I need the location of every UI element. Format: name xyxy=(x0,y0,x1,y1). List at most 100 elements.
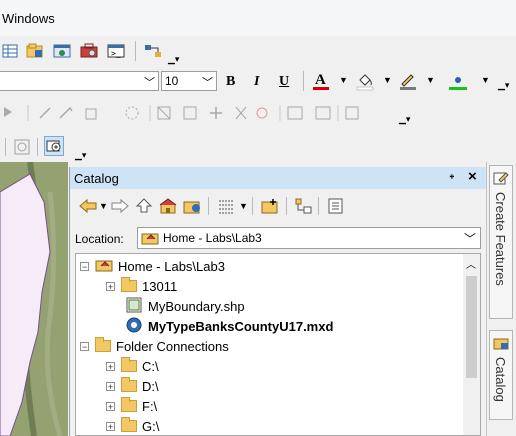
expand-icon[interactable]: + xyxy=(106,381,115,391)
time-slider-icon[interactable] xyxy=(12,137,32,157)
toolbar-overflow-icon[interactable]: ▁▾ xyxy=(498,80,509,91)
drive-folder-icon xyxy=(121,377,137,392)
font-name-combo[interactable]: ﹀ xyxy=(0,71,159,91)
catalog-window-icon[interactable] xyxy=(25,41,45,61)
catalog-tree: − Home - Labs\Lab3 + 13011 MyBoundary.sh… xyxy=(75,253,481,436)
toolbar-separator xyxy=(286,197,287,215)
editor-tools-disabled xyxy=(0,101,460,125)
toolbar-separator xyxy=(37,138,38,156)
tree-item-g-drive[interactable]: + G:\ xyxy=(106,416,160,435)
catalog-toolbar: ▼ ▼ xyxy=(70,191,487,221)
modelbuilder-icon[interactable] xyxy=(143,41,163,61)
shapefile-icon xyxy=(126,297,142,316)
scroll-up-icon[interactable]: ︿ xyxy=(466,256,476,271)
folder-icon xyxy=(121,277,137,292)
home-folder-icon xyxy=(141,231,159,248)
connect-folder-icon[interactable] xyxy=(182,196,202,216)
map-view[interactable] xyxy=(0,162,68,436)
tree-item-label: G:\ xyxy=(142,418,160,434)
new-folder-icon[interactable] xyxy=(260,196,280,216)
create-features-tab[interactable]: Create Features xyxy=(489,165,513,319)
svg-text:>_: >_ xyxy=(111,49,121,58)
search-window-icon[interactable] xyxy=(52,41,72,61)
tree-item-label: Folder Connections xyxy=(116,338,229,354)
marker-dot-icon xyxy=(455,77,461,83)
details-view-icon[interactable] xyxy=(326,196,346,216)
line-color-button[interactable] xyxy=(398,71,420,91)
python-window-icon[interactable]: >_ xyxy=(106,41,126,61)
tree-item-myboundary[interactable]: MyBoundary.shp xyxy=(126,296,245,316)
editor-toolbar: ▁▾ xyxy=(0,96,516,130)
dropdown-arrow-icon[interactable]: ▼ xyxy=(99,201,108,211)
underline-button[interactable]: U xyxy=(279,74,289,90)
tree-item-d-drive[interactable]: + D:\ xyxy=(106,376,159,396)
expand-icon[interactable]: + xyxy=(106,401,115,411)
dropdown-arrow-icon[interactable]: ▼ xyxy=(481,75,490,85)
toolbar-overflow-icon[interactable]: ▁▾ xyxy=(75,150,86,161)
toolbar-separator xyxy=(318,197,319,215)
tree-item-label: Home - Labs\Lab3 xyxy=(118,258,225,274)
font-size-combo[interactable]: 10 ﹀ xyxy=(161,71,217,91)
dropdown-arrow-icon[interactable]: ▼ xyxy=(339,75,348,85)
catalog-title-bar: Catalog ᛭ × xyxy=(70,167,487,189)
catalog-title: Catalog xyxy=(74,171,119,186)
zoom-in-tool-icon[interactable] xyxy=(44,136,64,156)
chevron-down-icon: ﹀ xyxy=(144,77,155,89)
dropdown-arrow-icon[interactable]: ▼ xyxy=(383,75,392,85)
create-features-label: Create Features xyxy=(493,192,508,286)
back-arrow-icon[interactable] xyxy=(78,196,98,216)
arctoolbox-icon[interactable] xyxy=(79,41,99,61)
tree-item-label: MyTypeBanksCountyU17.mxd xyxy=(148,318,334,334)
expand-icon[interactable]: + xyxy=(106,361,115,371)
font-color-swatch xyxy=(313,87,329,90)
tree-item-home-lab3[interactable]: − Home - Labs\Lab3 xyxy=(80,256,225,276)
fill-color-button[interactable] xyxy=(355,71,377,91)
tree-item-folder-connections[interactable]: − Folder Connections xyxy=(80,336,229,356)
forward-arrow-icon[interactable] xyxy=(110,196,130,216)
font-color-button[interactable]: A xyxy=(312,71,336,91)
location-combo[interactable]: Home - Labs\Lab3 ﹀ xyxy=(137,227,481,249)
tree-item-label: 13011 xyxy=(142,278,178,294)
expand-icon[interactable]: + xyxy=(106,281,115,291)
map-imagery xyxy=(0,162,68,436)
chevron-down-icon[interactable]: ﹀ xyxy=(464,230,476,247)
collapse-icon[interactable]: − xyxy=(80,341,89,351)
up-one-level-icon[interactable] xyxy=(134,196,154,216)
bold-button[interactable]: B xyxy=(226,74,235,90)
menu-bar: Windows xyxy=(0,0,516,36)
menu-windows[interactable]: Windows xyxy=(2,11,55,26)
close-icon[interactable]: × xyxy=(468,168,477,185)
drive-folder-icon xyxy=(121,397,137,412)
toolbar-overflow-icon[interactable]: ▁▾ xyxy=(168,54,179,65)
folder-connections-icon xyxy=(95,337,111,352)
pin-icon[interactable]: ᛭ xyxy=(448,169,456,184)
collapse-icon[interactable]: − xyxy=(80,261,89,271)
location-value: Home - Labs\Lab3 xyxy=(163,231,262,245)
font-size-value: 10 xyxy=(165,74,179,88)
location-label: Location: xyxy=(75,232,124,246)
expand-icon[interactable]: + xyxy=(106,421,115,431)
catalog-tab[interactable]: Catalog xyxy=(489,330,513,420)
drive-folder-icon xyxy=(121,417,137,432)
dropdown-arrow-icon[interactable]: ▼ xyxy=(426,75,435,85)
view-options-icon[interactable] xyxy=(216,196,236,216)
tree-item-c-drive[interactable]: + C:\ xyxy=(106,356,159,376)
dropdown-arrow-icon[interactable]: ▼ xyxy=(239,201,248,211)
tree-item-13011[interactable]: + 13011 xyxy=(106,276,177,296)
tree-item-f-drive[interactable]: + F:\ xyxy=(106,396,157,416)
italic-button[interactable]: I xyxy=(254,74,259,90)
tree-item-label: MyBoundary.shp xyxy=(148,298,245,314)
scrollbar-thumb[interactable] xyxy=(466,276,477,378)
tree-item-mxd[interactable]: MyTypeBanksCountyU17.mxd xyxy=(126,316,333,336)
home-icon[interactable] xyxy=(158,196,178,216)
toolbar-separator xyxy=(135,41,136,61)
dock-strip: Create Features Catalog xyxy=(486,162,516,436)
toggle-contents-icon[interactable] xyxy=(294,196,314,216)
table-icon[interactable] xyxy=(0,41,20,61)
toolbar-separator xyxy=(303,71,304,91)
toolbar-overflow-icon[interactable]: ▁▾ xyxy=(399,114,410,125)
catalog-tab-label: Catalog xyxy=(493,357,508,402)
tree-item-label: F:\ xyxy=(142,398,158,414)
tree-scrollbar[interactable]: ︿ xyxy=(463,254,480,435)
marker-color-button[interactable] xyxy=(447,71,477,91)
